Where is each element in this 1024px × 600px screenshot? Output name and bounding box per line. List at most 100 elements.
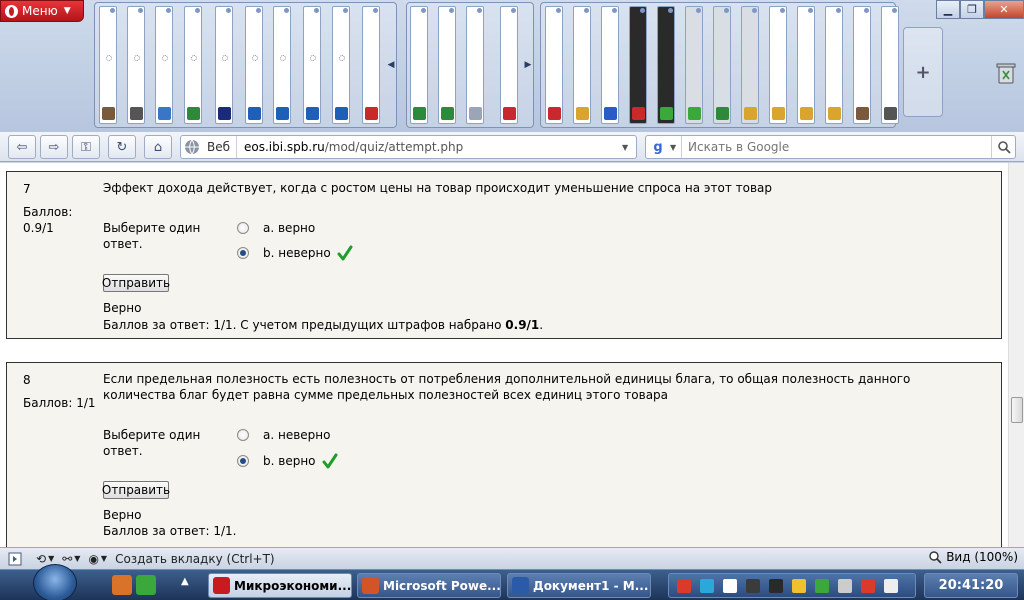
tab-thumbnail[interactable]: [769, 6, 787, 124]
minimize-button[interactable]: ▁: [936, 0, 960, 19]
tab-thumbnail[interactable]: [332, 6, 350, 124]
tab-thumbnail[interactable]: [741, 6, 759, 124]
tab-thumbnail[interactable]: [601, 6, 619, 124]
radio-button[interactable]: [237, 222, 249, 234]
submit-button[interactable]: Отправить: [102, 274, 170, 292]
search-input[interactable]: [682, 137, 991, 157]
tab-thumbnail[interactable]: [685, 6, 703, 124]
radio-button-selected[interactable]: [237, 455, 249, 467]
start-button[interactable]: [33, 564, 77, 600]
tab-thumbnail[interactable]: [825, 6, 843, 124]
tab-thumbnail[interactable]: [500, 6, 518, 124]
tray-icon[interactable]: [792, 579, 806, 593]
question-8: 8 Баллов: 1/1 Если предельная полезность…: [6, 362, 1002, 547]
back-button[interactable]: ⇦: [8, 135, 36, 159]
tab-pin-icon: [138, 8, 143, 13]
tab-thumbnail[interactable]: [438, 6, 456, 124]
tab-thumbnail[interactable]: [155, 6, 173, 124]
tray-icon[interactable]: [746, 579, 760, 593]
tab-thumbnail[interactable]: [184, 6, 202, 124]
tray-icon[interactable]: [861, 579, 875, 593]
option-b[interactable]: b. верно: [237, 452, 338, 470]
taskbar-task[interactable]: Microsoft Powe...: [357, 573, 501, 598]
tray-icon[interactable]: [769, 579, 783, 593]
zoom-control[interactable]: Вид (100%): [928, 550, 1018, 564]
tray-icon[interactable]: [723, 579, 737, 593]
url-text[interactable]: eos.ibi.spb.ru/mod/quiz/attempt.php: [237, 140, 622, 154]
option-label: b. верно: [263, 454, 316, 468]
tab-thumbnail[interactable]: [573, 6, 591, 124]
clock[interactable]: 20:41:20: [924, 573, 1018, 598]
vertical-scrollbar[interactable]: [1008, 163, 1024, 547]
tab-thumbnail[interactable]: [303, 6, 321, 124]
tray-icon[interactable]: [815, 579, 829, 593]
reload-button[interactable]: ↻: [108, 135, 136, 159]
tab-thumbnail[interactable]: [466, 6, 484, 124]
tab-pin-icon: [892, 8, 897, 13]
tray-icon[interactable]: [884, 579, 898, 593]
tab-pin-icon: [808, 8, 813, 13]
option-a[interactable]: a. верно: [237, 219, 315, 237]
tab-thumbnail[interactable]: [629, 6, 647, 124]
option-a[interactable]: a. неверно: [237, 426, 330, 444]
quicklaunch-icq-icon[interactable]: [136, 575, 156, 595]
tab-scroll-right-icon[interactable]: ▶: [522, 6, 534, 124]
tab-favicon-icon: [828, 107, 841, 120]
tab-scroll-left-icon[interactable]: ◀: [385, 6, 397, 124]
address-bar[interactable]: Веб eos.ibi.spb.ru/mod/quiz/attempt.php …: [180, 135, 637, 159]
tab-favicon-icon: [576, 107, 589, 120]
search-icon[interactable]: [991, 136, 1015, 158]
key-icon: ⚿: [81, 139, 91, 155]
option-b[interactable]: b. неверно: [237, 244, 353, 262]
tab-pin-icon: [752, 8, 757, 13]
home-button[interactable]: ⌂: [144, 135, 172, 159]
panel-toggle-icon[interactable]: [8, 552, 22, 566]
tab-thumbnail[interactable]: [273, 6, 291, 124]
history-dropdown-icon[interactable]: ▼: [622, 143, 636, 152]
tab-thumbnail[interactable]: [545, 6, 563, 124]
submit-button[interactable]: Отправить: [102, 481, 170, 499]
tab-thumbnail[interactable]: [853, 6, 871, 124]
tab-thumbnail[interactable]: [657, 6, 675, 124]
option-label: a. верно: [263, 221, 316, 235]
radio-button-selected[interactable]: [237, 247, 249, 259]
tray-icon[interactable]: [677, 579, 691, 593]
taskbar-task[interactable]: Микроэкономи...: [208, 573, 352, 598]
tab-thumbnail[interactable]: [127, 6, 145, 124]
tray-icon[interactable]: [838, 579, 852, 593]
tab-thumbnail[interactable]: [797, 6, 815, 124]
radio-button[interactable]: [237, 429, 249, 441]
url-host: eos.ibi.spb.ru: [244, 140, 325, 154]
answer-prompt-line1: Выберите один: [103, 221, 201, 235]
tab-thumbnail[interactable]: [99, 6, 117, 124]
tab-thumbnail[interactable]: [410, 6, 428, 124]
powerpoint-icon: [362, 577, 379, 594]
question-number: 8: [23, 373, 31, 387]
share-icon[interactable]: ⚯ ▼: [62, 552, 80, 566]
wand-button[interactable]: ⚿: [72, 135, 100, 159]
tab-thumbnail[interactable]: [215, 6, 233, 124]
trash-icon[interactable]: [996, 62, 1016, 84]
tab-pin-icon: [343, 8, 348, 13]
turbo-icon[interactable]: ◉ ▼: [88, 552, 107, 566]
loading-icon: [339, 55, 345, 61]
forward-button[interactable]: ⇨: [40, 135, 68, 159]
navigation-bar: ⇦ ⇨ ⚿ ↻ ⌂ Веб eos.ibi.spb.ru/mod/quiz/at…: [0, 132, 1024, 162]
tab-thumbnail[interactable]: [713, 6, 731, 124]
quicklaunch-expand-icon[interactable]: ▲: [181, 576, 189, 587]
quicklaunch-app-icon[interactable]: [112, 575, 132, 595]
tab-thumbnail[interactable]: [881, 6, 899, 124]
restore-button[interactable]: ❐: [960, 0, 984, 19]
opera-menu-button[interactable]: Меню ▼: [0, 0, 84, 22]
close-button[interactable]: ✕: [984, 0, 1024, 19]
taskbar-task[interactable]: Документ1 - M...: [507, 573, 651, 598]
tray-icon[interactable]: [700, 579, 714, 593]
tab-thumbnail[interactable]: [362, 6, 380, 124]
tab-thumbnail[interactable]: [245, 6, 263, 124]
scrollbar-thumb[interactable]: [1011, 397, 1023, 423]
google-icon[interactable]: g: [646, 136, 670, 158]
search-engine-dropdown-icon[interactable]: ▼: [670, 136, 682, 158]
new-tab-status-label[interactable]: Создать вкладку (Ctrl+T): [115, 552, 275, 566]
new-tab-button[interactable]: +: [903, 27, 943, 117]
score-label: Баллов:: [23, 205, 73, 219]
